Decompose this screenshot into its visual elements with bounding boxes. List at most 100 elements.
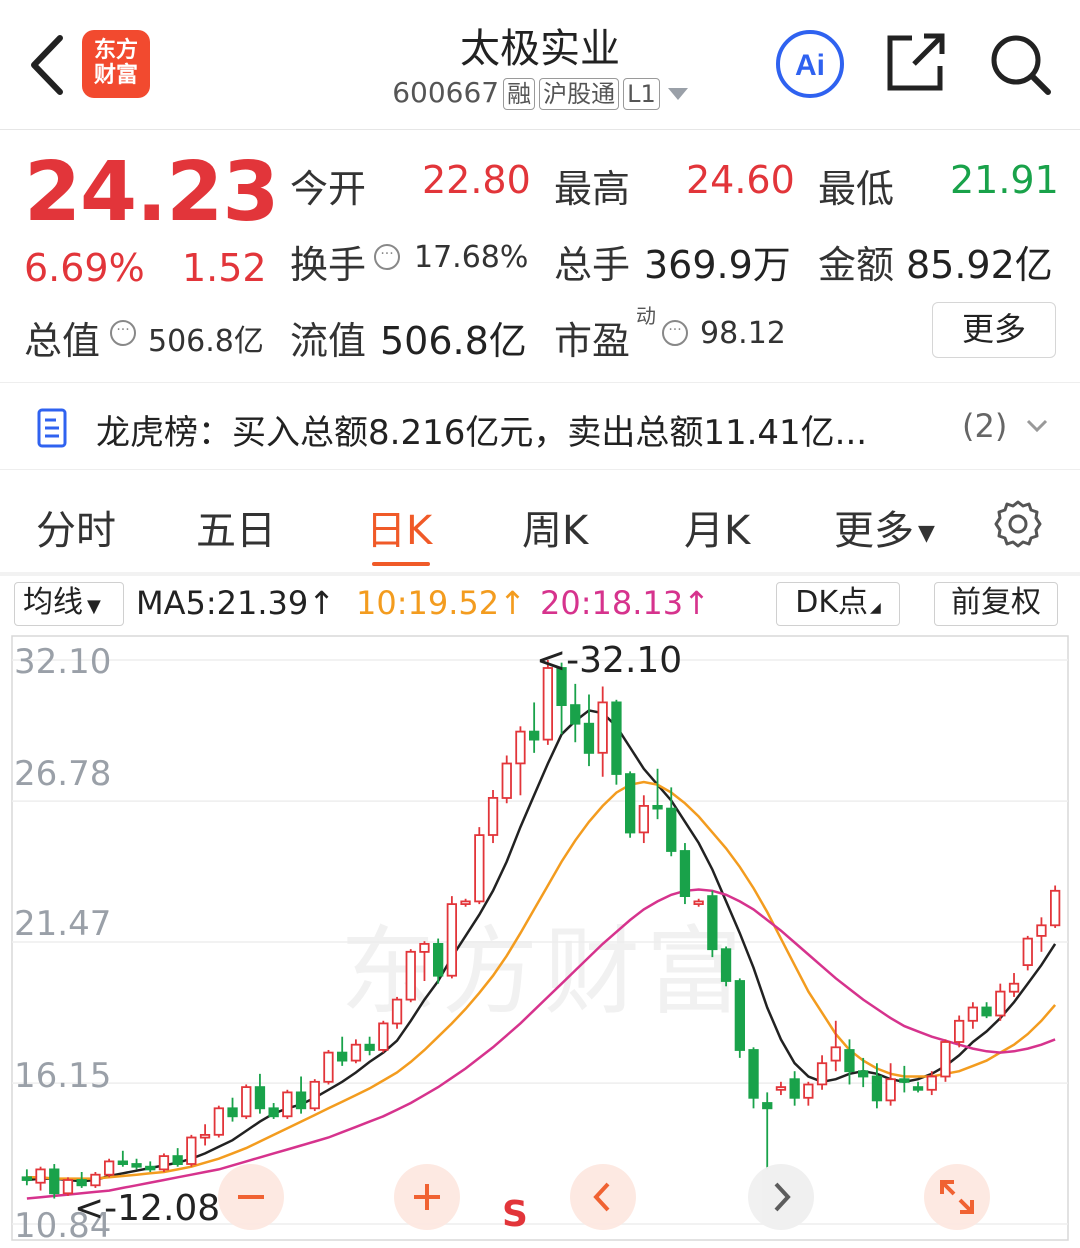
dk-point-button[interactable]: DK点 ◢: [776, 582, 900, 626]
scroll-left-button[interactable]: [570, 1164, 636, 1230]
tag-connect: 沪股通: [539, 78, 620, 110]
ma10-value: 10:19.52↑: [356, 584, 526, 622]
search-icon[interactable]: [984, 28, 1056, 100]
minus-icon: [238, 1195, 264, 1199]
candle-body: [871, 1075, 883, 1102]
active-tab-underline: [372, 562, 430, 566]
candle-body: [49, 1168, 60, 1195]
candle-body: [35, 1168, 46, 1184]
dropdown-caret-icon[interactable]: [667, 88, 688, 100]
candle-body: [679, 850, 691, 897]
zoom-in-button[interactable]: [394, 1164, 460, 1230]
high-annotation: <-32.10: [536, 640, 683, 681]
kline-chart[interactable]: 东方财富 32.10 26.78 21.47 16.15 10.84 <-32.…: [0, 634, 1080, 1248]
candle-body: [858, 1070, 869, 1078]
ai-assistant-icon[interactable]: Ai: [774, 28, 846, 100]
ma-line-ma5: [26, 709, 1057, 1183]
candle-body: [652, 804, 663, 810]
dk-point-label: DK点: [795, 585, 868, 620]
candle-body: [529, 730, 540, 741]
candle-body: [597, 701, 608, 754]
candle-body: [501, 762, 512, 799]
candle-body: [199, 1133, 211, 1139]
tab-intraday[interactable]: 分时: [36, 498, 116, 556]
scroll-right-button[interactable]: [748, 1164, 814, 1230]
tab-five-day[interactable]: 五日: [196, 498, 276, 556]
ma-line-ma20: [26, 888, 1056, 1200]
candle-body: [364, 1043, 375, 1051]
zoom-out-button[interactable]: [218, 1164, 284, 1230]
y-tick-label: 32.10: [14, 642, 112, 682]
ma-dropdown-label: 均线: [23, 585, 83, 620]
candle-body: [309, 1080, 320, 1110]
candle-body: [268, 1107, 279, 1118]
corner-triangle-icon: ◢: [870, 600, 881, 616]
high-label: 最高: [554, 167, 631, 211]
chart-tabs: 分时 五日 日K 周K 月K 更多 ▼: [0, 476, 1080, 572]
float-cap-label: 流值: [290, 319, 367, 363]
top-bar: 东方财富 太极实业 600667 融沪股通 L1 Ai: [0, 0, 1080, 130]
candle-body: [131, 1163, 142, 1168]
stock-code: 600667: [392, 76, 500, 109]
candle-body: [707, 895, 718, 951]
candle-body: [186, 1136, 197, 1165]
candle-body: [1008, 982, 1020, 993]
info-dots-icon[interactable]: ···: [110, 320, 136, 346]
candle-body: [762, 1102, 773, 1110]
divider: [0, 572, 1080, 576]
candle-body: [350, 1043, 362, 1062]
candle-body: [666, 807, 677, 852]
more-quote-button[interactable]: 更多: [932, 302, 1056, 358]
candle-body: [611, 701, 622, 775]
amount-label: 金额: [818, 243, 895, 287]
tab-more[interactable]: 更多 ▼: [834, 498, 935, 556]
app-logo[interactable]: 东方财富: [82, 30, 150, 98]
ma5-value: MA5:21.39↑: [136, 584, 336, 622]
change-percent: 6.69%: [24, 246, 145, 290]
tab-daily-k[interactable]: 日K: [366, 498, 432, 556]
candle-body: [282, 1091, 293, 1118]
svg-text:Ai: Ai: [795, 49, 825, 82]
chevron-left-icon: [593, 1182, 610, 1212]
candle-body: [940, 1041, 951, 1078]
fullscreen-button[interactable]: [924, 1164, 990, 1230]
candle-body: [954, 1019, 965, 1043]
ma20-value: 20:18.13↑: [540, 584, 710, 622]
kline-svg: [11, 635, 1069, 1241]
candle-body: [446, 903, 458, 977]
tab-weekly-k[interactable]: 周K: [522, 498, 588, 556]
candle-body: [789, 1078, 800, 1099]
y-tick-label: 26.78: [14, 754, 112, 794]
candle-body: [391, 998, 403, 1025]
chart-frame: [11, 635, 1069, 1241]
candle-body: [693, 900, 704, 905]
candle-body: [213, 1107, 225, 1136]
candle-body: [515, 730, 526, 765]
candle-body: [748, 1049, 759, 1099]
low-annotation: <-12.08: [74, 1188, 221, 1229]
forward-adjust-button[interactable]: 前复权: [934, 582, 1058, 626]
notice-count: (2): [962, 407, 1008, 445]
candle-body: [76, 1179, 87, 1187]
candle-body: [816, 1062, 828, 1086]
info-dots-icon[interactable]: ···: [662, 320, 688, 346]
dragon-tiger-notice[interactable]: 龙虎榜：买入总额8.216亿元，卖出总额11.41亿... (2): [0, 382, 1080, 470]
gear-icon[interactable]: [992, 498, 1044, 550]
pe-label: 市盈: [554, 319, 631, 363]
candle-body: [981, 1006, 992, 1017]
candle-body: [241, 1086, 252, 1118]
tab-monthly-k[interactable]: 月K: [684, 498, 750, 556]
ma-dropdown[interactable]: 均线 ▼: [14, 582, 124, 626]
share-icon[interactable]: [884, 30, 948, 94]
candle-body: [734, 980, 745, 1051]
stock-code-line[interactable]: 600667 融沪股通 L1: [300, 76, 780, 110]
caret-down-icon: ▼: [87, 596, 101, 617]
info-dots-icon[interactable]: ···: [374, 244, 400, 270]
caret-down-icon: ▼: [918, 520, 935, 546]
ma-line-ma10: [26, 780, 1057, 1180]
candle-body: [145, 1165, 156, 1171]
tag-margin: 融: [503, 78, 536, 110]
candle-body: [1036, 924, 1047, 937]
chevron-down-icon[interactable]: [1024, 413, 1050, 439]
back-arrow-icon[interactable]: [22, 30, 72, 100]
